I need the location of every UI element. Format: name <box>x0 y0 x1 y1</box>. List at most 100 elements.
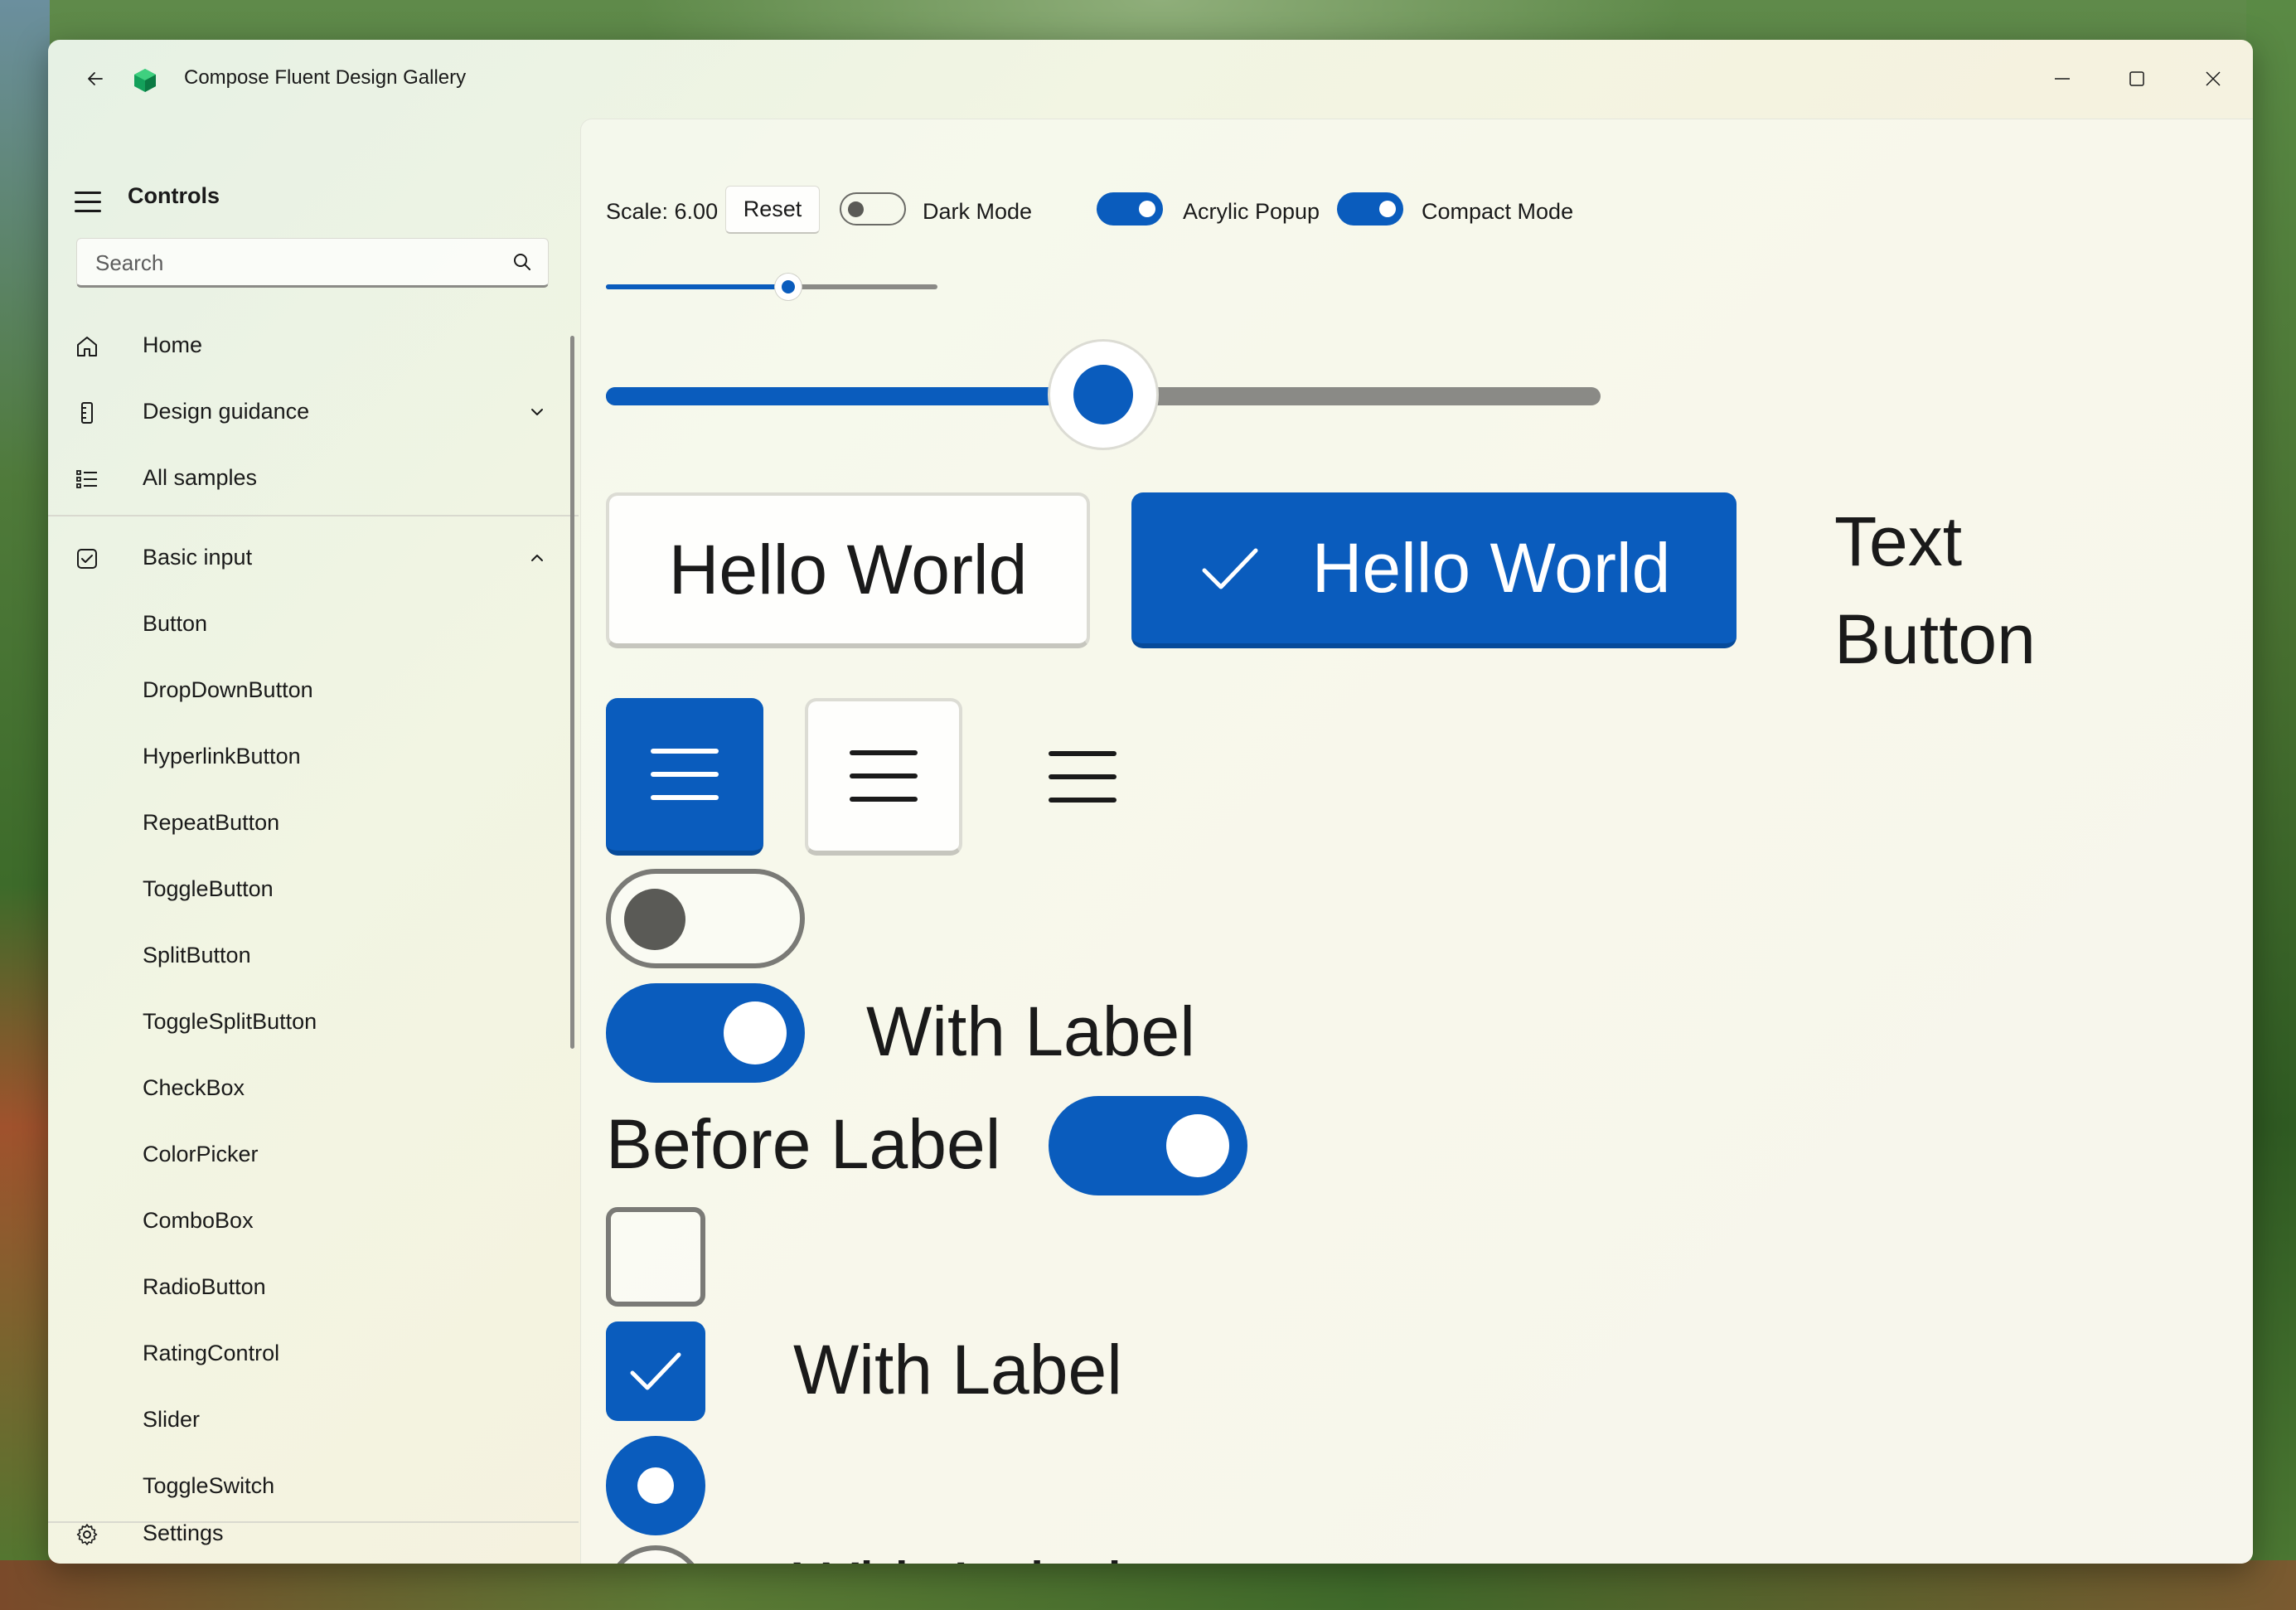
hamburger-line <box>75 200 101 203</box>
compact-mode-toggle[interactable] <box>1337 192 1403 225</box>
hamburger-icon <box>651 749 719 800</box>
toggle-knob <box>848 201 864 217</box>
demo-checkbox-checked[interactable] <box>606 1321 705 1421</box>
toggle-knob <box>624 889 685 950</box>
sidebar-subitem-button[interactable]: Button <box>63 594 564 654</box>
sidebar-subitem-togglesplitbutton[interactable]: ToggleSplitButton <box>63 992 564 1052</box>
app-logo-icon <box>134 69 156 92</box>
sidebar-item-home[interactable]: Home <box>63 316 564 376</box>
demo-slider[interactable] <box>606 342 1601 449</box>
toggle-knob <box>724 1001 787 1064</box>
slider-thumb[interactable] <box>1050 342 1156 448</box>
close-icon <box>2206 71 2221 86</box>
back-button[interactable] <box>75 58 116 99</box>
sidebar-item-label: ToggleSwitch <box>143 1473 275 1498</box>
toggle-with-label-text: With Label <box>866 992 1195 1070</box>
home-icon <box>77 337 97 356</box>
hamburger-icon <box>850 750 918 802</box>
hamburger-accent-button[interactable] <box>606 698 763 856</box>
dark-mode-toggle[interactable] <box>840 192 906 225</box>
sidebar-item-all-samples[interactable]: All samples <box>63 449 564 508</box>
sidebar-scrollbar[interactable] <box>570 336 574 1049</box>
arrow-left-icon <box>88 72 103 85</box>
search-input[interactable] <box>94 239 495 287</box>
sidebar-subitem-repeatbutton[interactable]: RepeatButton <box>63 793 564 853</box>
content-area: Scale: 6.00 Reset Dark Mode Acrylic Popu… <box>580 119 2253 1564</box>
slider-fill <box>606 284 788 289</box>
slider-thumb[interactable] <box>775 274 802 300</box>
sidebar-subitem-ratingcontrol[interactable]: RatingControl <box>63 1324 564 1384</box>
sidebar-item-label: ToggleSplitButton <box>143 1009 317 1034</box>
toggle-before-label-text: Before Label <box>606 1105 1001 1183</box>
checkbox-with-label-text: With Label <box>793 1331 1122 1409</box>
reset-button[interactable]: Reset <box>725 186 820 234</box>
minimize-button[interactable] <box>2037 58 2087 99</box>
sidebar-item-label: Home <box>143 332 203 357</box>
sidebar-item-label: ToggleButton <box>143 876 274 901</box>
radio-with-label-text: With Label <box>793 1547 1122 1564</box>
sidebar-item-label: All samples <box>143 465 258 490</box>
search-icon <box>514 254 530 270</box>
sidebar-subitem-checkbox[interactable]: CheckBox <box>63 1059 564 1118</box>
sidebar-item-label: ColorPicker <box>143 1142 259 1166</box>
dark-mode-label: Dark Mode <box>923 199 1033 224</box>
sidebar-divider <box>48 515 579 516</box>
sidebar-item-label: RatingControl <box>143 1341 280 1365</box>
demo-checkbox-unchecked[interactable] <box>606 1207 705 1307</box>
close-button[interactable] <box>2188 58 2238 99</box>
sidebar-item-label: SplitButton <box>143 943 251 967</box>
sidebar-item-label: ComboBox <box>143 1208 254 1233</box>
sidebar-item-label: Settings <box>143 1520 224 1545</box>
hamburger-line <box>75 191 101 194</box>
sidebar-subitem-dropdownbutton[interactable]: DropDownButton <box>63 661 564 720</box>
checkmark-icon <box>1202 548 1258 589</box>
sidebar-subitem-colorpicker[interactable]: ColorPicker <box>63 1125 564 1185</box>
sidebar-item-label: RepeatButton <box>143 810 280 835</box>
sidebar-subitem-combobox[interactable]: ComboBox <box>63 1191 564 1251</box>
sidebar-heading: Controls <box>128 183 220 208</box>
sidebar-item-basic-input[interactable]: Basic input <box>63 528 564 588</box>
hello-world-button[interactable]: Hello World <box>606 492 1090 648</box>
sidebar-subitem-hyperlinkbutton[interactable]: HyperlinkButton <box>63 727 564 787</box>
sidebar-item-settings[interactable]: Settings <box>63 1504 564 1564</box>
demo-toggle-before-label[interactable] <box>1049 1096 1247 1195</box>
checkmark-icon <box>630 1352 681 1390</box>
sidebar-subitem-radiobutton[interactable]: RadioButton <box>63 1258 564 1317</box>
scale-label: Scale: 6.00 <box>606 199 719 224</box>
text-button[interactable]: Text Button <box>1834 492 2083 688</box>
sidebar-item-label: Design guidance <box>143 399 310 424</box>
sidebar-item-design-guidance[interactable]: Design guidance <box>63 382 564 442</box>
sidebar-item-label: HyperlinkButton <box>143 744 301 769</box>
hamburger-outline-button[interactable] <box>805 698 962 856</box>
toggle-knob <box>1139 201 1155 217</box>
demo-radio-selected[interactable] <box>606 1436 705 1535</box>
hello-world-accent-button[interactable]: Hello World <box>1131 492 1737 648</box>
hamburger-subtle-button[interactable] <box>1004 698 1161 856</box>
sidebar-item-label: CheckBox <box>143 1075 245 1100</box>
acrylic-popup-toggle[interactable] <box>1097 192 1163 225</box>
app-window: Compose Fluent Design Gallery Controls H… <box>48 40 2253 1564</box>
demo-radio-with-label[interactable] <box>606 1545 705 1564</box>
hamburger-icon <box>1049 751 1117 803</box>
wallpaper-left <box>0 0 50 1610</box>
compact-mode-label: Compact Mode <box>1422 199 1574 224</box>
demo-toggle-with-label[interactable] <box>606 983 805 1083</box>
search-box[interactable] <box>76 238 549 288</box>
scale-slider[interactable] <box>606 274 937 300</box>
sidebar-subitem-togglebutton[interactable]: ToggleButton <box>63 860 564 919</box>
accent-button-label: Hello World <box>1311 528 1671 607</box>
sidebar-subitem-slider[interactable]: Slider <box>63 1390 564 1450</box>
toggle-knob <box>1166 1114 1229 1177</box>
title-bar: Compose Fluent Design Gallery <box>48 40 2253 119</box>
sidebar-item-label: Slider <box>143 1407 201 1432</box>
maximize-icon <box>2129 71 2144 86</box>
wallpaper-bottom <box>0 1560 2296 1610</box>
wallpaper-right <box>2246 0 2296 1610</box>
sidebar-item-label: RadioButton <box>143 1274 266 1299</box>
menu-button[interactable] <box>75 185 108 218</box>
demo-toggle-off[interactable] <box>606 869 805 968</box>
minimize-icon <box>2055 78 2070 80</box>
sidebar-subitem-splitbutton[interactable]: SplitButton <box>63 926 564 986</box>
window-title: Compose Fluent Design Gallery <box>184 66 467 89</box>
maximize-button[interactable] <box>2112 58 2162 99</box>
